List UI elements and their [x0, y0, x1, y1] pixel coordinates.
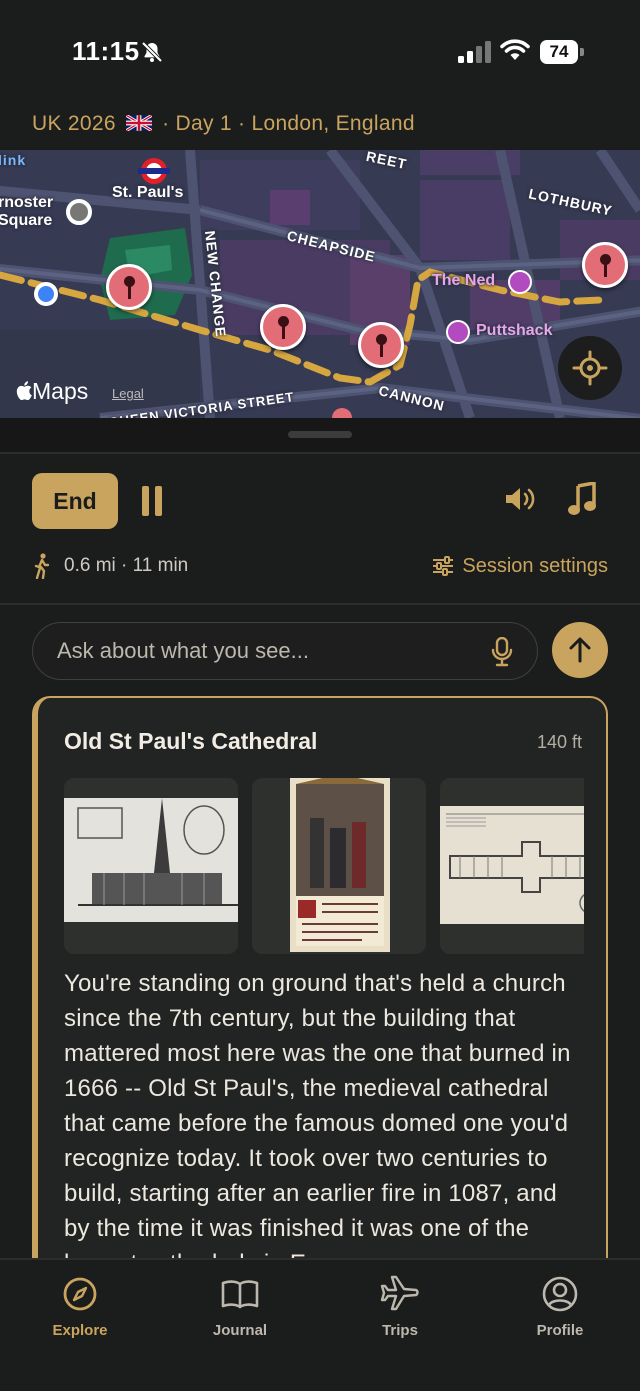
map-pin[interactable]	[106, 264, 152, 310]
walk-distance-info: 0.6 mi · 11 min	[32, 551, 188, 581]
landmark-distance: 140 ft	[536, 732, 582, 752]
session-settings-button[interactable]: Session settings	[432, 551, 608, 581]
ask-field[interactable]	[32, 622, 538, 680]
current-location-dot	[34, 282, 58, 306]
tab-explore-label: Explore	[52, 1322, 108, 1339]
pause-button[interactable]	[140, 486, 164, 516]
session-settings-label: Session settings	[462, 554, 608, 577]
compass-icon	[63, 1277, 97, 1311]
music-note-icon[interactable]	[568, 482, 596, 516]
map-label-paternoster: rnoster	[0, 194, 54, 211]
landmark-photo[interactable]	[440, 778, 584, 954]
status-bar: 11:15 74	[0, 0, 640, 104]
trip-location: London, England	[251, 112, 415, 135]
book-icon	[221, 1280, 259, 1309]
arrow-up-icon	[569, 637, 591, 663]
wifi-icon	[500, 39, 530, 60]
locate-me-button[interactable]	[558, 336, 622, 400]
landmark-photo[interactable]	[252, 778, 426, 954]
trip-name: UK 2026	[32, 112, 116, 135]
legal-link[interactable]: Legal	[112, 386, 144, 401]
paternoster-poi-icon[interactable]	[66, 199, 92, 225]
sheet-handle[interactable]	[288, 431, 352, 438]
map-pin[interactable]	[582, 242, 628, 288]
location-crosshair-icon	[572, 350, 608, 386]
map-label-the-ned: The Ned	[432, 272, 496, 289]
tab-profile-label: Profile	[536, 1322, 584, 1339]
speaker-icon[interactable]	[504, 484, 538, 514]
cellular-signal-icon	[458, 41, 491, 63]
sliders-icon	[433, 556, 454, 576]
trip-day: Day 1	[175, 112, 232, 135]
trip-header: UK 2026 · Day 1 · London, England	[32, 112, 415, 135]
bell-off-icon	[141, 41, 163, 63]
walking-person-icon	[34, 553, 50, 579]
map-label-elizabeth-line: link	[0, 152, 27, 168]
divider	[0, 603, 640, 605]
sheet-grabber-area[interactable]	[0, 418, 640, 452]
ask-input[interactable]	[57, 623, 477, 679]
tab-trips-label: Trips	[382, 1322, 418, 1339]
end-session-button[interactable]: End	[32, 473, 118, 529]
plane-icon	[380, 1275, 419, 1311]
golf-flag-icon[interactable]	[446, 320, 470, 344]
map-pin[interactable]	[260, 304, 306, 350]
pause-icon	[142, 486, 149, 516]
apple-logo-icon	[16, 381, 32, 401]
tab-profile[interactable]: Profile	[490, 1274, 630, 1350]
map-label-paternoster-2: Square	[0, 212, 53, 229]
tab-bar: Explore Journal Trips Profile	[0, 1258, 640, 1391]
landmark-description: You're standing on ground that's held a …	[64, 970, 571, 1277]
landmark-title: Old St Paul's Cathedral	[64, 728, 318, 754]
tab-trips[interactable]: Trips	[330, 1274, 470, 1350]
cathedral-floor-plan-image	[440, 806, 584, 924]
battery-level: 74	[549, 42, 569, 61]
map-label-puttshack: Puttshack	[476, 322, 553, 339]
divider	[0, 452, 640, 454]
session-sheet: End 0.6 mi · 11 min Session settings Ask…	[0, 418, 640, 1316]
walk-distance-text: 0.6 mi · 11 min	[64, 555, 189, 576]
illuminated-manuscript-image	[290, 778, 390, 952]
uk-flag-icon	[125, 115, 152, 131]
map-pin[interactable]	[358, 322, 404, 368]
microphone-icon[interactable]	[491, 637, 513, 667]
map-label-st-pauls: St. Paul's	[112, 184, 184, 201]
send-button[interactable]	[552, 622, 608, 678]
image-carousel[interactable]	[64, 778, 584, 954]
landmark-photo[interactable]	[64, 778, 238, 954]
tab-journal-label: Journal	[212, 1322, 268, 1339]
hotel-icon[interactable]	[508, 270, 532, 294]
tab-explore[interactable]: Explore	[10, 1274, 150, 1350]
cathedral-engraving-image	[64, 798, 238, 922]
landmark-card[interactable]: Old St Paul's Cathedral 140 ft You're st…	[32, 696, 608, 1316]
map-view[interactable]: link rnoster Square St. Paul's REET LOTH…	[0, 150, 640, 418]
apple-maps-attribution: Maps	[16, 378, 88, 405]
battery-icon: 74	[540, 40, 584, 64]
tab-journal[interactable]: Journal	[170, 1274, 310, 1350]
status-time: 11:15	[72, 36, 140, 66]
person-circle-icon	[542, 1276, 578, 1312]
underground-station-icon[interactable]	[138, 158, 170, 184]
